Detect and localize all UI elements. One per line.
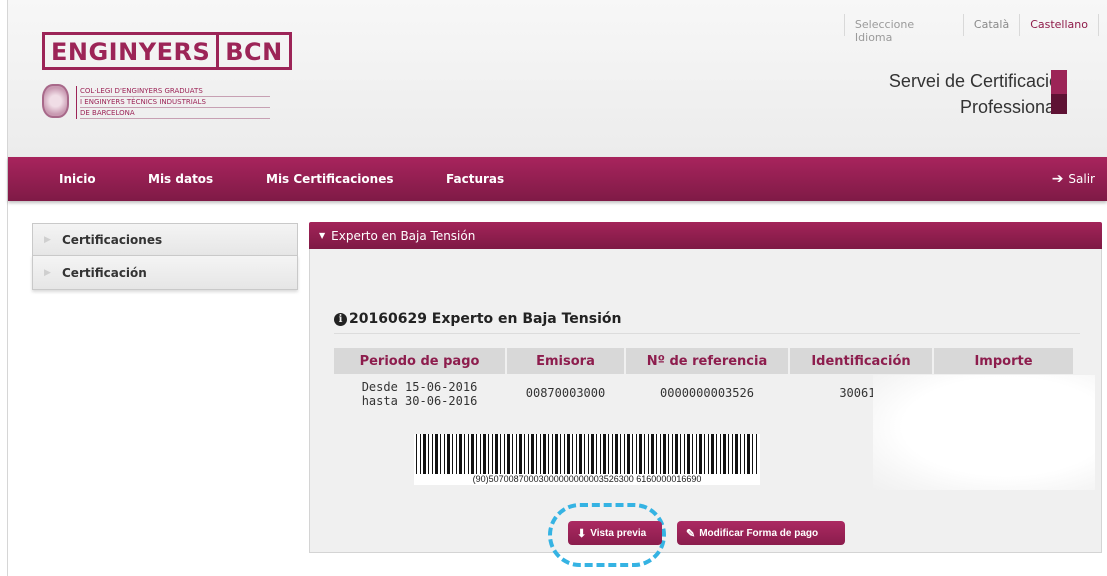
sidebar: ▶ Certificaciones ▶ Certificación	[32, 223, 298, 290]
table-header-row: Periodo de pago Emisora Nº de referencia…	[334, 348, 1073, 374]
panel-body: i 20160629 Experto en Baja Tensión Perio…	[309, 249, 1102, 567]
logo-subtitle-line: COL·LEGI D'ENGINYERS GRADUATS	[80, 86, 270, 97]
download-icon: ⬇	[577, 527, 587, 540]
site-header: Seleccione Idioma Català Castellano ENGI…	[8, 0, 1107, 157]
chevron-right-icon: ▶	[44, 267, 51, 278]
sidebar-item-certificaciones[interactable]: ▶ Certificaciones	[32, 223, 298, 255]
cell-periodo: Desde 15-06-2016 hasta 30-06-2016	[334, 374, 505, 409]
nav-item-facturas[interactable]: Facturas	[446, 172, 504, 186]
nav-item-mis-datos[interactable]: Mis datos	[148, 172, 213, 186]
caret-down-icon: ▼	[319, 231, 326, 240]
nav-item-mis-certificaciones[interactable]: Mis Certificaciones	[266, 172, 394, 186]
column-header-identificacion: Identificación	[790, 348, 932, 374]
modify-payment-button[interactable]: ✎ Modificar Forma de pago	[677, 521, 845, 545]
logo-word-left: ENGINYERS	[51, 38, 211, 66]
column-header-importe: Importe	[934, 348, 1073, 374]
service-title-line2: Professional	[959, 97, 1059, 117]
language-catala-link[interactable]: Català	[964, 14, 1021, 36]
certification-panel: ▼ Experto en Baja Tensión i 20160629 Exp…	[309, 222, 1102, 567]
sign-out-icon: ➔	[1051, 171, 1064, 187]
cell-emisora: 00870003000	[525, 386, 606, 400]
enginyers-logo[interactable]: ENGINYERS BCN COL·LEGI D'ENGINYERS GRADU…	[42, 32, 292, 119]
column-header-periodo: Periodo de pago	[334, 348, 505, 374]
pencil-icon: ✎	[686, 527, 696, 540]
period-to: hasta 30-06-2016	[361, 394, 478, 408]
service-color-block-dark	[1051, 94, 1067, 114]
column-header-emisora: Emisora	[507, 348, 624, 374]
language-castellano-link[interactable]: Castellano	[1020, 14, 1099, 36]
certification-title-text: 20160629 Experto en Baja Tensión	[349, 311, 622, 327]
nav-item-inicio[interactable]: Inicio	[59, 172, 96, 186]
cell-referencia: 0000000003526	[660, 386, 754, 400]
service-title-line1: Servei de Certificació	[888, 71, 1059, 91]
panel-header-toggle[interactable]: ▼ Experto en Baja Tensión	[309, 222, 1102, 249]
period-from: Desde 15-06-2016	[361, 380, 478, 394]
logo-word-right: BCN	[216, 35, 289, 67]
barcode-bars-image	[414, 434, 760, 474]
sidebar-item-label: Certificación	[62, 265, 147, 280]
certification-title: i 20160629 Experto en Baja Tensión	[334, 311, 1080, 334]
chevron-right-icon: ▶	[44, 234, 51, 245]
logo-subtitle-line: I ENGINYERS TÈCNICS INDUSTRIALS	[80, 97, 270, 108]
service-title: Servei de Certificació Professional	[889, 68, 1059, 120]
modify-payment-label: Modificar Forma de pago	[699, 527, 819, 539]
preview-button-label: Vista previa	[590, 527, 647, 539]
logo-subtitle: COL·LEGI D'ENGINYERS GRADUATS I ENGINYER…	[76, 86, 270, 119]
language-select-label: Seleccione Idioma	[845, 14, 964, 44]
info-icon: i	[334, 312, 347, 326]
panel-title: Experto en Baja Tensión	[331, 228, 476, 243]
sidebar-item-certificacion[interactable]: ▶ Certificación	[32, 255, 298, 290]
main-navigation: Inicio Mis datos Mis Certificaciones Fac…	[8, 157, 1107, 201]
logout-button[interactable]: ➔ Salir	[1052, 172, 1095, 186]
college-seal-icon	[42, 84, 69, 118]
barcode: (90)50700870003000000000003526300 616000…	[414, 434, 760, 485]
logo-subtitle-line: DE BARCELONA	[80, 108, 270, 119]
column-header-referencia: Nº de referencia	[626, 348, 788, 374]
redacted-area	[873, 375, 1095, 490]
preview-button[interactable]: ⬇ Vista previa	[568, 521, 662, 545]
sidebar-item-label: Certificaciones	[62, 232, 163, 247]
barcode-number: (90)50700870003000000000003526300 616000…	[414, 473, 760, 485]
language-bar: Seleccione Idioma Català Castellano	[843, 14, 1099, 44]
logo-wordmark: ENGINYERS BCN	[42, 32, 292, 70]
logout-label: Salir	[1068, 172, 1095, 186]
